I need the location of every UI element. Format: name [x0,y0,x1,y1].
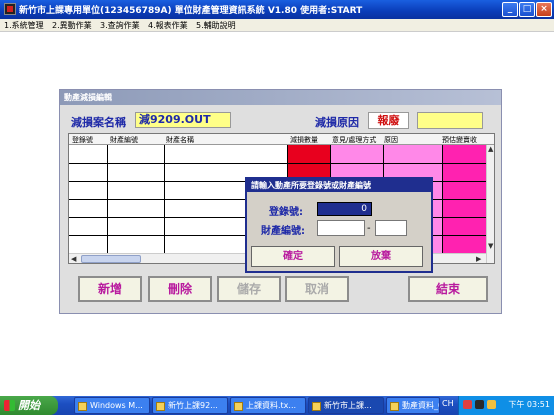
grid-line [69,163,494,164]
taskbar-item-label: 上課資料.tx... [246,401,297,410]
abandon-button[interactable]: 放棄 [339,246,423,267]
app-icon [4,3,16,15]
vertical-scrollbar[interactable]: ▲ ▼ [486,145,494,263]
column-header: 財產名稱 [166,136,194,144]
scroll-up-icon[interactable]: ▲ [488,145,493,153]
menu-transfer[interactable]: 2.異動作業 [52,20,92,31]
confirm-button[interactable]: 確定 [251,246,335,267]
reason-field[interactable]: 報廢 [368,112,409,129]
reason-extra-field[interactable] [417,112,483,129]
taskbar-item[interactable]: 動產資料_0... [386,397,440,414]
add-button[interactable]: 新增 [78,276,142,302]
volume-icon[interactable] [487,400,496,409]
registration-number-input[interactable]: 0 [317,202,372,216]
dash-separator: - [367,223,371,234]
notepad-icon [234,402,243,411]
reason-label: 減損原因 [315,116,359,129]
column-header: 登錄號 [72,136,93,144]
column-header: 減損數量 [290,136,318,144]
system-tray: 下午 03:51 [458,396,554,415]
taskbar: 開始 Windows M... 新竹上課92... 上課資料.tx... 新竹市… [0,396,554,415]
menu-query[interactable]: 3.查詢作業 [100,20,140,31]
taskbar-item-active[interactable]: 新竹市上課... [308,397,384,414]
clock: 下午 03:51 [508,400,550,409]
finish-button[interactable]: 結束 [408,276,488,302]
grid-header: 登錄號 財產編號 財產名稱 減損數量 意見/處理方式 原因 預估變賣收 [69,134,494,145]
minimize-button[interactable]: _ [502,2,518,17]
scroll-down-icon[interactable]: ▼ [488,242,493,250]
taskbar-item-label: 動產資料_0... [402,401,439,410]
scroll-left-icon[interactable]: ◀ [71,255,76,263]
scroll-right-icon[interactable]: ▶ [476,255,481,263]
case-name-label: 減損案名稱 [71,116,126,129]
folder-icon [156,402,165,411]
document-icon [390,402,399,411]
network-icon[interactable] [475,400,484,409]
modal-title: 請輸入動產所要登錄號或財產編號 [247,179,431,192]
start-label: 開始 [18,399,40,412]
taskbar-item-label: Windows M... [90,401,143,410]
registration-label: 登錄號: [269,207,303,218]
desktop-screen: 新竹市上課專用單位(123456789A) 單位財產管理資訊系統 V1.80 使… [0,0,554,415]
tray-icon[interactable] [463,400,472,409]
media-player-icon [78,402,87,411]
menu-system[interactable]: 1.系統管理 [4,20,44,31]
taskbar-item[interactable]: Windows M... [74,397,150,414]
scroll-thumb[interactable] [81,255,141,263]
column-header: 意見/處理方式 [332,136,377,144]
delete-button[interactable]: 刪除 [148,276,212,302]
window-title: 新竹市上課專用單位(123456789A) 單位財產管理資訊系統 V1.80 使… [19,6,363,16]
close-button[interactable]: × [536,2,552,17]
property-number-input-1[interactable] [317,220,365,236]
cancel-button[interactable]: 取消 [285,276,349,302]
taskbar-item[interactable]: 新竹上課92... [152,397,228,414]
dialog-title: 動產減損編輯 [60,90,501,105]
menu-help[interactable]: 5.輔助說明 [196,20,236,31]
taskbar-item-label: 新竹市上課... [324,401,372,410]
column-header: 財產編號 [110,136,138,144]
maximize-button[interactable]: □ [519,2,535,17]
search-modal: 請輸入動產所要登錄號或財產編號 登錄號: 0 財產編號: - 確定 放棄 [245,177,433,273]
app-icon [312,402,321,411]
property-number-label: 財產編號: [261,226,305,237]
case-name-field[interactable]: 減9209.OUT [135,112,231,128]
save-button[interactable]: 儲存 [217,276,281,302]
property-number-input-2[interactable] [375,220,407,236]
taskbar-item-label: 新竹上課92... [168,401,218,410]
menu-bar: 1.系統管理 2.異動作業 3.查詢作業 4.報表作業 5.輔助說明 [0,19,554,32]
windows-logo-icon [4,400,15,411]
menu-report[interactable]: 4.報表作業 [148,20,188,31]
column-header: 原因 [384,136,398,144]
window-titlebar[interactable]: 新竹市上課專用單位(123456789A) 單位財產管理資訊系統 V1.80 使… [0,0,554,19]
taskbar-item[interactable]: 上課資料.tx... [230,397,306,414]
start-button[interactable]: 開始 [0,396,58,415]
column-header: 預估變賣收 [442,136,477,144]
ime-indicator[interactable]: CH [442,399,454,408]
